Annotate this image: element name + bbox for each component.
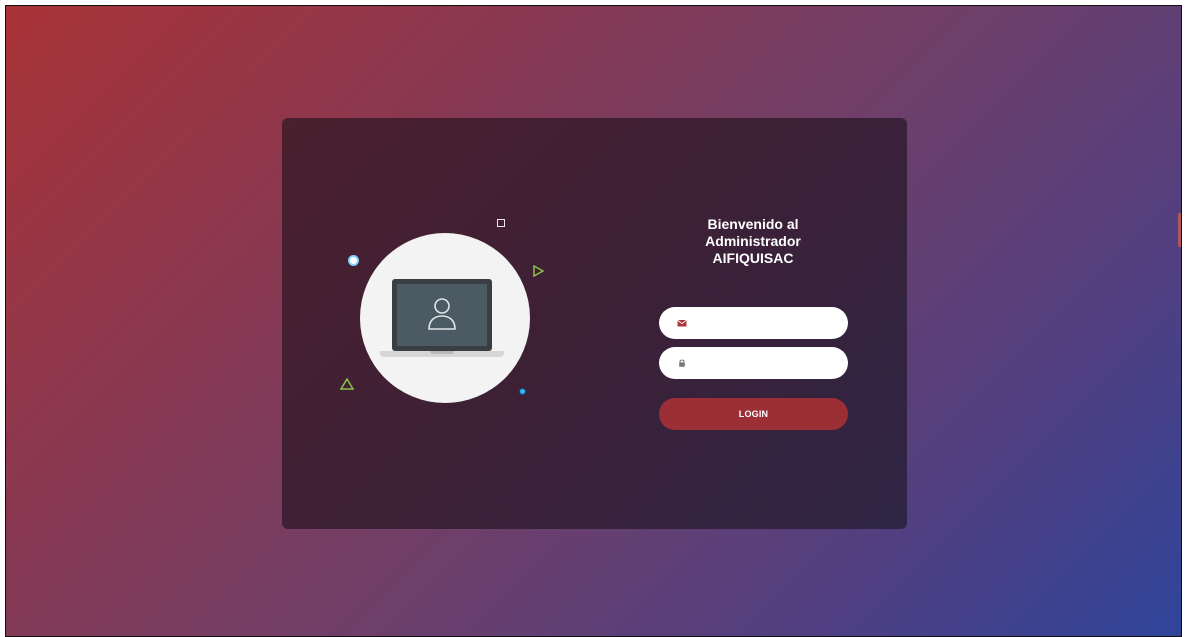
welcome-heading: Bienvenido al Administrador AIFIQUISAC bbox=[658, 216, 848, 267]
lock-icon bbox=[679, 359, 685, 367]
deco-dot-icon bbox=[520, 389, 525, 394]
envelope-icon bbox=[677, 320, 687, 327]
page-background: Bienvenido al Administrador AIFIQUISAC L… bbox=[5, 5, 1182, 637]
deco-triangle-right-icon bbox=[533, 265, 544, 277]
login-panel: Bienvenido al Administrador AIFIQUISAC L… bbox=[658, 216, 848, 430]
deco-ring-icon bbox=[348, 255, 359, 266]
laptop-screen bbox=[392, 279, 492, 351]
deco-triangle-up-icon bbox=[340, 378, 354, 390]
welcome-heading-line-3: AIFIQUISAC bbox=[712, 250, 794, 266]
screen: Bienvenido al Administrador AIFIQUISAC L… bbox=[0, 0, 1187, 637]
login-card: Bienvenido al Administrador AIFIQUISAC L… bbox=[282, 118, 907, 529]
user-icon bbox=[428, 298, 456, 330]
illustration-circle bbox=[360, 233, 530, 403]
password-input[interactable] bbox=[695, 351, 835, 375]
illustration bbox=[340, 213, 562, 413]
laptop-display bbox=[397, 284, 487, 346]
deco-square-icon bbox=[497, 219, 505, 227]
scroll-indicator bbox=[1178, 213, 1181, 247]
email-input[interactable] bbox=[695, 311, 835, 335]
laptop-notch bbox=[430, 351, 454, 354]
login-button[interactable]: LOGIN bbox=[659, 398, 848, 430]
welcome-heading-line-2: Administrador bbox=[705, 233, 801, 249]
welcome-heading-line-1: Bienvenido al bbox=[707, 216, 799, 232]
password-field-wrapper[interactable] bbox=[659, 347, 848, 379]
laptop-icon bbox=[380, 279, 504, 359]
email-field-wrapper[interactable] bbox=[659, 307, 848, 339]
